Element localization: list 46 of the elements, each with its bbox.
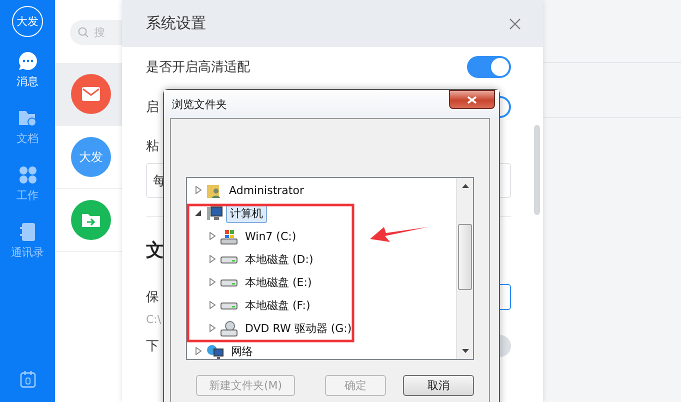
close-icon xyxy=(467,96,477,104)
user-folder-icon xyxy=(206,182,222,198)
folder-icon xyxy=(18,108,38,128)
avatar-text: 大发 xyxy=(79,148,103,166)
close-icon[interactable] xyxy=(509,18,521,30)
close-button[interactable] xyxy=(449,90,495,109)
folder-tree-item[interactable]: 网络 xyxy=(227,342,257,359)
calendar-icon[interactable] xyxy=(20,370,36,388)
path-text: C:\ xyxy=(146,313,162,326)
hard-drive-icon xyxy=(220,302,238,310)
scroll-down-icon[interactable] xyxy=(462,349,468,353)
conversation-item[interactable] xyxy=(55,63,122,126)
panel-title: 系统设置 xyxy=(146,14,206,33)
computer-icon xyxy=(206,206,223,222)
dialog-button[interactable]: 取消 xyxy=(402,375,474,396)
network-icon xyxy=(206,344,224,359)
scroll-up-icon[interactable] xyxy=(462,184,468,188)
mail-icon xyxy=(82,87,100,101)
folder-tree-item[interactable]: 本地磁盘 (D:) xyxy=(241,250,318,269)
hard-drive-icon xyxy=(220,256,238,264)
nav-item[interactable]: 消息 xyxy=(16,51,38,108)
grid-icon xyxy=(18,165,38,185)
pointer-arrow xyxy=(370,227,428,242)
disc-drive-icon xyxy=(220,320,238,336)
folder-tree-item[interactable]: DVD RW 驱动器 (G:) xyxy=(241,319,356,338)
user-avatar[interactable]: 大发 xyxy=(12,6,43,37)
setting-label: 启 xyxy=(146,99,159,116)
hard-drive-icon xyxy=(220,278,238,286)
section-heading: 文 xyxy=(146,239,164,262)
setting-label: 是否开启高清适配 xyxy=(146,59,250,76)
folder-tree-item[interactable]: 本地磁盘 (F:) xyxy=(241,296,314,315)
dialog-title: 浏览文件夹 xyxy=(172,96,227,112)
setting-label: 下 xyxy=(146,338,159,355)
windows-drive-icon xyxy=(220,228,238,244)
folder-tree-item[interactable]: Administrator xyxy=(225,182,308,199)
folder-icon xyxy=(81,212,101,228)
expander-icon[interactable] xyxy=(195,208,202,216)
search-icon xyxy=(78,27,89,38)
setting-label: 粘 xyxy=(146,138,160,155)
folder-tree-item[interactable]: Win7 (C:) xyxy=(241,228,300,245)
folder-tree-item[interactable]: 本地磁盘 (E:) xyxy=(241,273,316,292)
scrollbar[interactable] xyxy=(456,178,473,359)
chat-icon xyxy=(18,51,38,71)
contacts-icon xyxy=(18,222,36,242)
toggle-switch[interactable] xyxy=(467,56,511,78)
setting-label: 保 xyxy=(146,289,159,306)
